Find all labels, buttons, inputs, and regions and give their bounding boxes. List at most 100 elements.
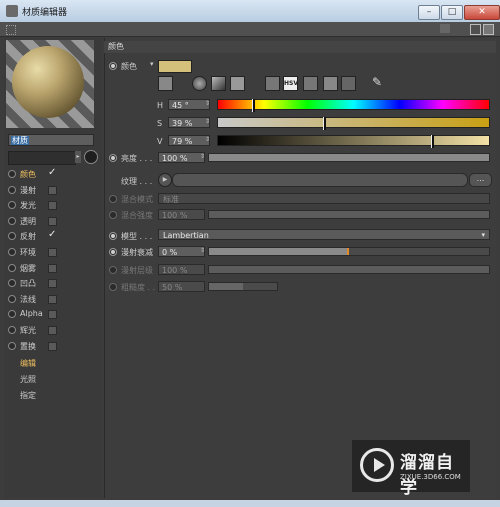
v-spinner-icon[interactable]: ⇕ bbox=[205, 136, 210, 143]
swatches-mode-icon[interactable] bbox=[341, 76, 356, 91]
v-input[interactable]: 79 % bbox=[168, 135, 210, 146]
channel-item[interactable]: 辉光 bbox=[8, 323, 100, 337]
value-handle[interactable] bbox=[431, 135, 434, 148]
channel-item[interactable]: 置换 bbox=[8, 339, 100, 353]
value-slider[interactable] bbox=[217, 135, 490, 148]
color-radio[interactable] bbox=[109, 62, 117, 70]
grip-icon[interactable] bbox=[6, 25, 16, 35]
gradient-square-icon[interactable] bbox=[211, 76, 226, 91]
channel-checkbox[interactable] bbox=[48, 263, 57, 273]
color-expand-icon[interactable]: ▾ bbox=[150, 60, 154, 68]
spectrum-icon[interactable] bbox=[158, 76, 173, 91]
nav-assign[interactable]: 指定 bbox=[20, 390, 36, 401]
model-chevron-down-icon[interactable]: ▾ bbox=[481, 230, 485, 241]
new-window-icon[interactable] bbox=[483, 24, 494, 35]
diffuse-falloff-radio[interactable] bbox=[109, 248, 117, 256]
diffuse-level-slider[interactable] bbox=[208, 265, 490, 274]
model-dropdown[interactable]: Lambertian ▾ bbox=[158, 229, 490, 240]
channel-item[interactable]: 发光 bbox=[8, 198, 100, 212]
channel-item[interactable]: 环境 bbox=[8, 245, 100, 259]
brightness-spinner-icon[interactable]: ⇕ bbox=[200, 153, 205, 160]
pick-icon[interactable] bbox=[84, 150, 98, 164]
channel-item[interactable]: 法线 bbox=[8, 292, 100, 306]
diffuse-falloff-input[interactable]: 0 % bbox=[158, 246, 205, 257]
channel-checkbox[interactable] bbox=[48, 248, 57, 257]
channel-item[interactable]: 颜色 ✓ bbox=[8, 167, 100, 181]
channel-item[interactable]: 漫射 bbox=[8, 183, 100, 197]
channel-radio[interactable] bbox=[8, 170, 16, 178]
h-spinner-icon[interactable]: ⇕ bbox=[205, 100, 210, 107]
channel-radio[interactable] bbox=[8, 216, 16, 225]
s-spinner-icon[interactable]: ⇕ bbox=[205, 118, 210, 125]
channel-radio[interactable] bbox=[8, 248, 16, 256]
channel-checkbox[interactable] bbox=[48, 185, 57, 195]
hue-handle[interactable] bbox=[252, 99, 255, 112]
roughness-slider[interactable] bbox=[208, 282, 278, 291]
diffuse-falloff-spinner-icon[interactable]: ⇕ bbox=[200, 247, 205, 254]
blend-strength-radio[interactable] bbox=[109, 211, 117, 219]
channel-radio[interactable] bbox=[8, 185, 16, 194]
diffuse-level-radio[interactable] bbox=[109, 266, 117, 274]
blend-mode-radio[interactable] bbox=[109, 195, 117, 203]
eyedropper-icon[interactable]: ✎ bbox=[372, 75, 382, 89]
model-radio[interactable] bbox=[109, 232, 117, 240]
texture-play-icon[interactable]: ▶ bbox=[158, 173, 172, 187]
blend-mode-dropdown[interactable]: 标准 bbox=[158, 193, 490, 204]
blend-strength-input[interactable]: 100 % bbox=[158, 209, 205, 220]
brightness-slider[interactable] bbox=[208, 153, 490, 162]
saturation-slider[interactable] bbox=[217, 117, 490, 130]
channel-radio[interactable] bbox=[8, 294, 16, 303]
channel-checkbox[interactable] bbox=[48, 294, 57, 304]
material-name-field[interactable]: 材质 bbox=[8, 134, 94, 146]
channel-checkmark-icon[interactable]: ✓ bbox=[48, 229, 56, 240]
channel-dropdown[interactable] bbox=[8, 151, 76, 165]
texture-field[interactable] bbox=[172, 173, 468, 187]
nav-illumination[interactable]: 光照 bbox=[20, 374, 36, 385]
roughness-input[interactable]: 50 % bbox=[158, 281, 205, 292]
channel-item[interactable]: 反射 ✓ bbox=[8, 229, 100, 243]
channel-item[interactable]: 烟雾 bbox=[8, 261, 100, 275]
image-picker-icon[interactable] bbox=[230, 76, 245, 91]
diffuse-falloff-slider[interactable] bbox=[208, 247, 490, 256]
saturation-handle[interactable] bbox=[323, 117, 326, 130]
channel-checkbox[interactable] bbox=[48, 326, 57, 335]
close-button[interactable]: ✕ bbox=[464, 5, 500, 20]
channel-radio[interactable] bbox=[8, 341, 16, 350]
kelvin-mode-icon[interactable] bbox=[303, 76, 318, 91]
channel-radio[interactable] bbox=[8, 279, 16, 288]
material-preview[interactable] bbox=[6, 40, 94, 128]
channel-radio[interactable] bbox=[8, 232, 16, 241]
mixer-mode-icon[interactable] bbox=[323, 76, 338, 91]
color-wheel-icon[interactable] bbox=[192, 76, 207, 91]
hue-slider[interactable] bbox=[217, 99, 490, 112]
channel-item[interactable]: 透明 bbox=[8, 214, 100, 228]
channel-radio[interactable] bbox=[8, 201, 16, 210]
h-input[interactable]: 45 ° bbox=[168, 99, 210, 110]
channel-checkbox[interactable] bbox=[48, 216, 57, 226]
channel-checkbox[interactable] bbox=[48, 341, 57, 351]
brightness-radio[interactable] bbox=[109, 154, 117, 162]
channel-radio[interactable] bbox=[8, 326, 16, 334]
channel-radio[interactable] bbox=[8, 263, 16, 272]
channel-item[interactable]: Alpha bbox=[8, 307, 100, 321]
rgb-mode-icon[interactable] bbox=[265, 76, 280, 91]
texture-browse-button[interactable]: ... bbox=[469, 173, 492, 187]
channel-item[interactable]: 凹凸 bbox=[8, 276, 100, 290]
brightness-input[interactable]: 100 % bbox=[158, 152, 205, 163]
lock-icon[interactable] bbox=[470, 24, 481, 35]
s-input[interactable]: 39 % bbox=[168, 117, 210, 128]
channel-checkmark-icon[interactable]: ✓ bbox=[48, 167, 56, 178]
channel-checkbox[interactable] bbox=[48, 201, 57, 211]
channel-checkbox[interactable] bbox=[48, 279, 57, 289]
dropdown-arrow-icon[interactable]: ▸ bbox=[75, 151, 81, 163]
nav-edit[interactable]: 编辑 bbox=[20, 358, 36, 369]
color-swatch[interactable] bbox=[158, 60, 192, 73]
channel-checkbox[interactable] bbox=[48, 310, 57, 320]
roughness-radio[interactable] bbox=[109, 283, 117, 291]
blend-strength-slider[interactable] bbox=[208, 210, 490, 219]
hsv-mode-tab[interactable]: HSV bbox=[283, 76, 298, 91]
nav-back-icon[interactable] bbox=[440, 24, 450, 33]
maximize-button[interactable]: □ bbox=[441, 5, 463, 20]
channel-radio[interactable] bbox=[8, 310, 16, 319]
diffuse-level-input[interactable]: 100 % bbox=[158, 264, 205, 275]
